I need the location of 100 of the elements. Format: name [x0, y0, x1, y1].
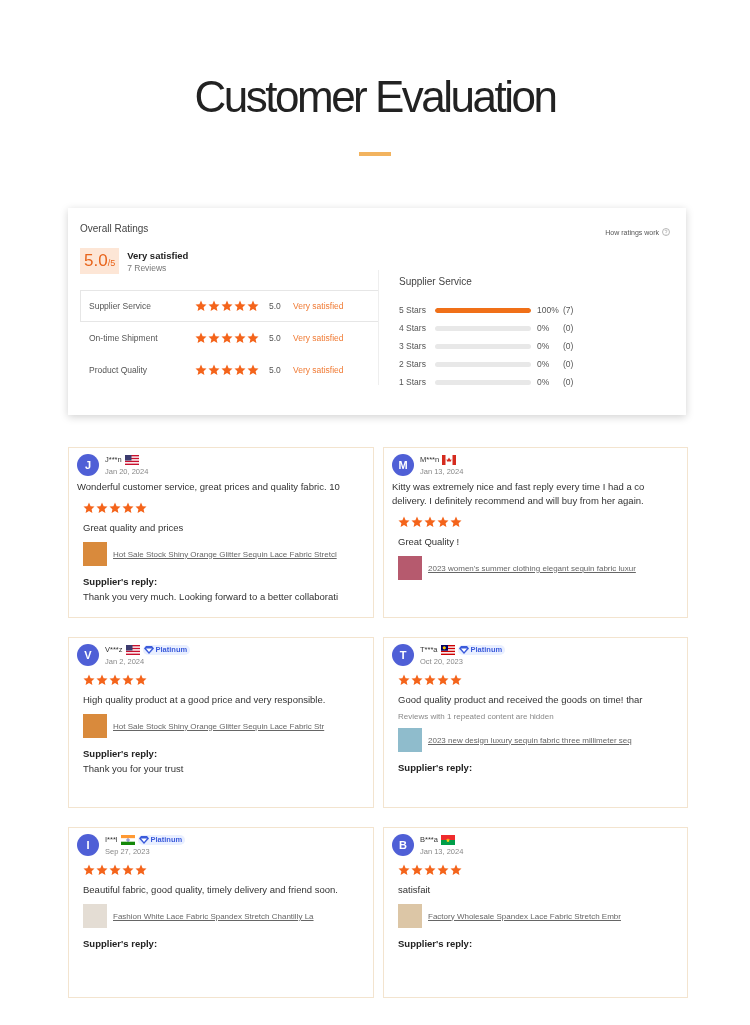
star-icon	[437, 864, 449, 876]
rating-verdict: Very satisfied	[293, 333, 344, 343]
star-icon	[247, 364, 259, 376]
hidden-note: Reviews with 1 repeated content are hidden	[398, 712, 555, 721]
rating-row[interactable]: Product Quality 5.0 Very satisfied	[80, 354, 378, 386]
flag-icon	[440, 834, 455, 845]
star-icon	[398, 516, 410, 528]
flag-icon	[440, 644, 455, 655]
star-icon	[221, 364, 233, 376]
star-icon	[437, 674, 449, 686]
diamond-icon	[137, 834, 150, 845]
bar-percent: 0%	[537, 323, 551, 333]
rating-score: 5.0	[269, 365, 282, 375]
reply-text: Thank you very much. Looking forward to a better collaborati	[83, 590, 340, 603]
star-icon	[135, 502, 147, 514]
breakdown-title: Supplier Service	[399, 276, 473, 287]
review-comment: Great Quality !	[398, 535, 461, 549]
review-comment: Beautiful fabric, good quality, timely delivery and friend soon.	[83, 883, 339, 897]
product-link[interactable]: Factory Wholesale Spandex Lace Fabric Stretch Embr	[428, 910, 621, 922]
bar-label: 4 Stars	[399, 323, 427, 333]
star-icon	[83, 502, 95, 514]
review-text: Wonderful customer service, great prices and quality fabric. 10	[77, 480, 341, 494]
star-icon	[221, 300, 233, 312]
avatar: T	[392, 644, 414, 666]
star-icon	[247, 332, 259, 344]
star-icon	[424, 864, 436, 876]
flag-icon	[120, 834, 135, 845]
star-icon	[411, 516, 423, 528]
page-title: Customer Evaluation	[194, 72, 556, 122]
star-icon	[411, 674, 423, 686]
star-icon	[96, 502, 108, 514]
section-title: Overall Ratings	[80, 223, 150, 234]
bar-percent: 0%	[537, 359, 551, 369]
photo-placeholder	[83, 542, 107, 566]
star-icon	[195, 300, 207, 312]
review-count: 7 Reviews	[127, 262, 168, 273]
star-icon	[398, 674, 410, 686]
star-icon	[424, 674, 436, 686]
review-comment: High quality product at a good price and very responsible.	[83, 693, 327, 707]
diamond-icon	[142, 644, 155, 655]
rating-row[interactable]: Supplier Service 5.0 Very satisfied	[80, 290, 378, 322]
bar-label: 5 Stars	[399, 305, 427, 315]
score-value: 5.0	[84, 251, 108, 270]
star-icon	[234, 364, 246, 376]
star-icon	[109, 864, 121, 876]
star-icon	[135, 864, 147, 876]
star-icon	[450, 864, 462, 876]
bar-label: 3 Stars	[399, 341, 427, 351]
star-icon	[122, 864, 134, 876]
star-icon	[234, 332, 246, 344]
flag-icon	[124, 454, 139, 465]
bar-count: (0)	[563, 323, 574, 333]
reply-label: Supplier's reply:	[83, 938, 159, 949]
star-icon	[109, 674, 121, 686]
star-icon	[411, 864, 423, 876]
product-link[interactable]: Hot Sale Stock Shiny Orange Glitter Sequin Lace Fabric Stretcl	[113, 548, 337, 560]
flag-icon	[125, 644, 140, 655]
product-link[interactable]: Hot Sale Stock Shiny Orange Glitter Sequin Lace Fabric Str	[113, 720, 325, 732]
rating-label: Supplier Service	[89, 301, 152, 311]
reply-label: Supplier's reply:	[398, 762, 474, 773]
photo-placeholder	[83, 904, 107, 928]
score-max: /5	[107, 258, 116, 268]
star-icon	[109, 502, 121, 514]
star-icon	[450, 516, 462, 528]
photo-placeholder	[83, 714, 107, 738]
star-icon	[96, 674, 108, 686]
avatar: B	[392, 834, 414, 856]
star-icon	[234, 300, 246, 312]
star-icon	[96, 864, 108, 876]
star-icon	[195, 364, 207, 376]
avatar: M	[392, 454, 414, 476]
star-icon	[83, 674, 95, 686]
review-comment: Great quality and prices	[83, 521, 185, 535]
star-icon	[247, 300, 259, 312]
product-link[interactable]: Fashion White Lace Fabric Spandex Stretch Chantilly La	[113, 910, 314, 922]
reply-label: Supplier's reply:	[83, 748, 159, 759]
star-icon	[437, 516, 449, 528]
bar-percent: 100%	[537, 305, 560, 315]
rating-verdict: Very satisfied	[293, 301, 344, 311]
star-icon	[208, 364, 220, 376]
star-icon	[424, 516, 436, 528]
photo-placeholder	[398, 904, 422, 928]
star-icon	[398, 864, 410, 876]
product-link[interactable]: 2023 new design luxury sequin fabric three millimeter seq	[428, 734, 632, 746]
star-icon	[208, 332, 220, 344]
help-icon	[662, 228, 670, 236]
photo-placeholder	[398, 556, 422, 580]
rating-row[interactable]: On-time Shipment 5.0 Very satisfied	[80, 322, 378, 354]
bar-count: (0)	[563, 341, 574, 351]
reply-label: Supplier's reply:	[83, 576, 159, 587]
accent-bar	[359, 152, 391, 156]
photo-placeholder	[398, 728, 422, 752]
review-text: Kitty was extremely nice and fast reply every time I had a co delivery. I definitely recommend and will buy from her again.	[392, 480, 646, 508]
star-icon	[450, 674, 462, 686]
star-icon	[195, 332, 207, 344]
rating-verdict: Very satisfied	[293, 365, 344, 375]
bar-count: (0)	[563, 377, 574, 387]
star-icon	[122, 502, 134, 514]
product-link[interactable]: 2023 women's summer clothing elegant sequin fabric luxur	[428, 562, 636, 574]
bar-count: (0)	[563, 359, 574, 369]
